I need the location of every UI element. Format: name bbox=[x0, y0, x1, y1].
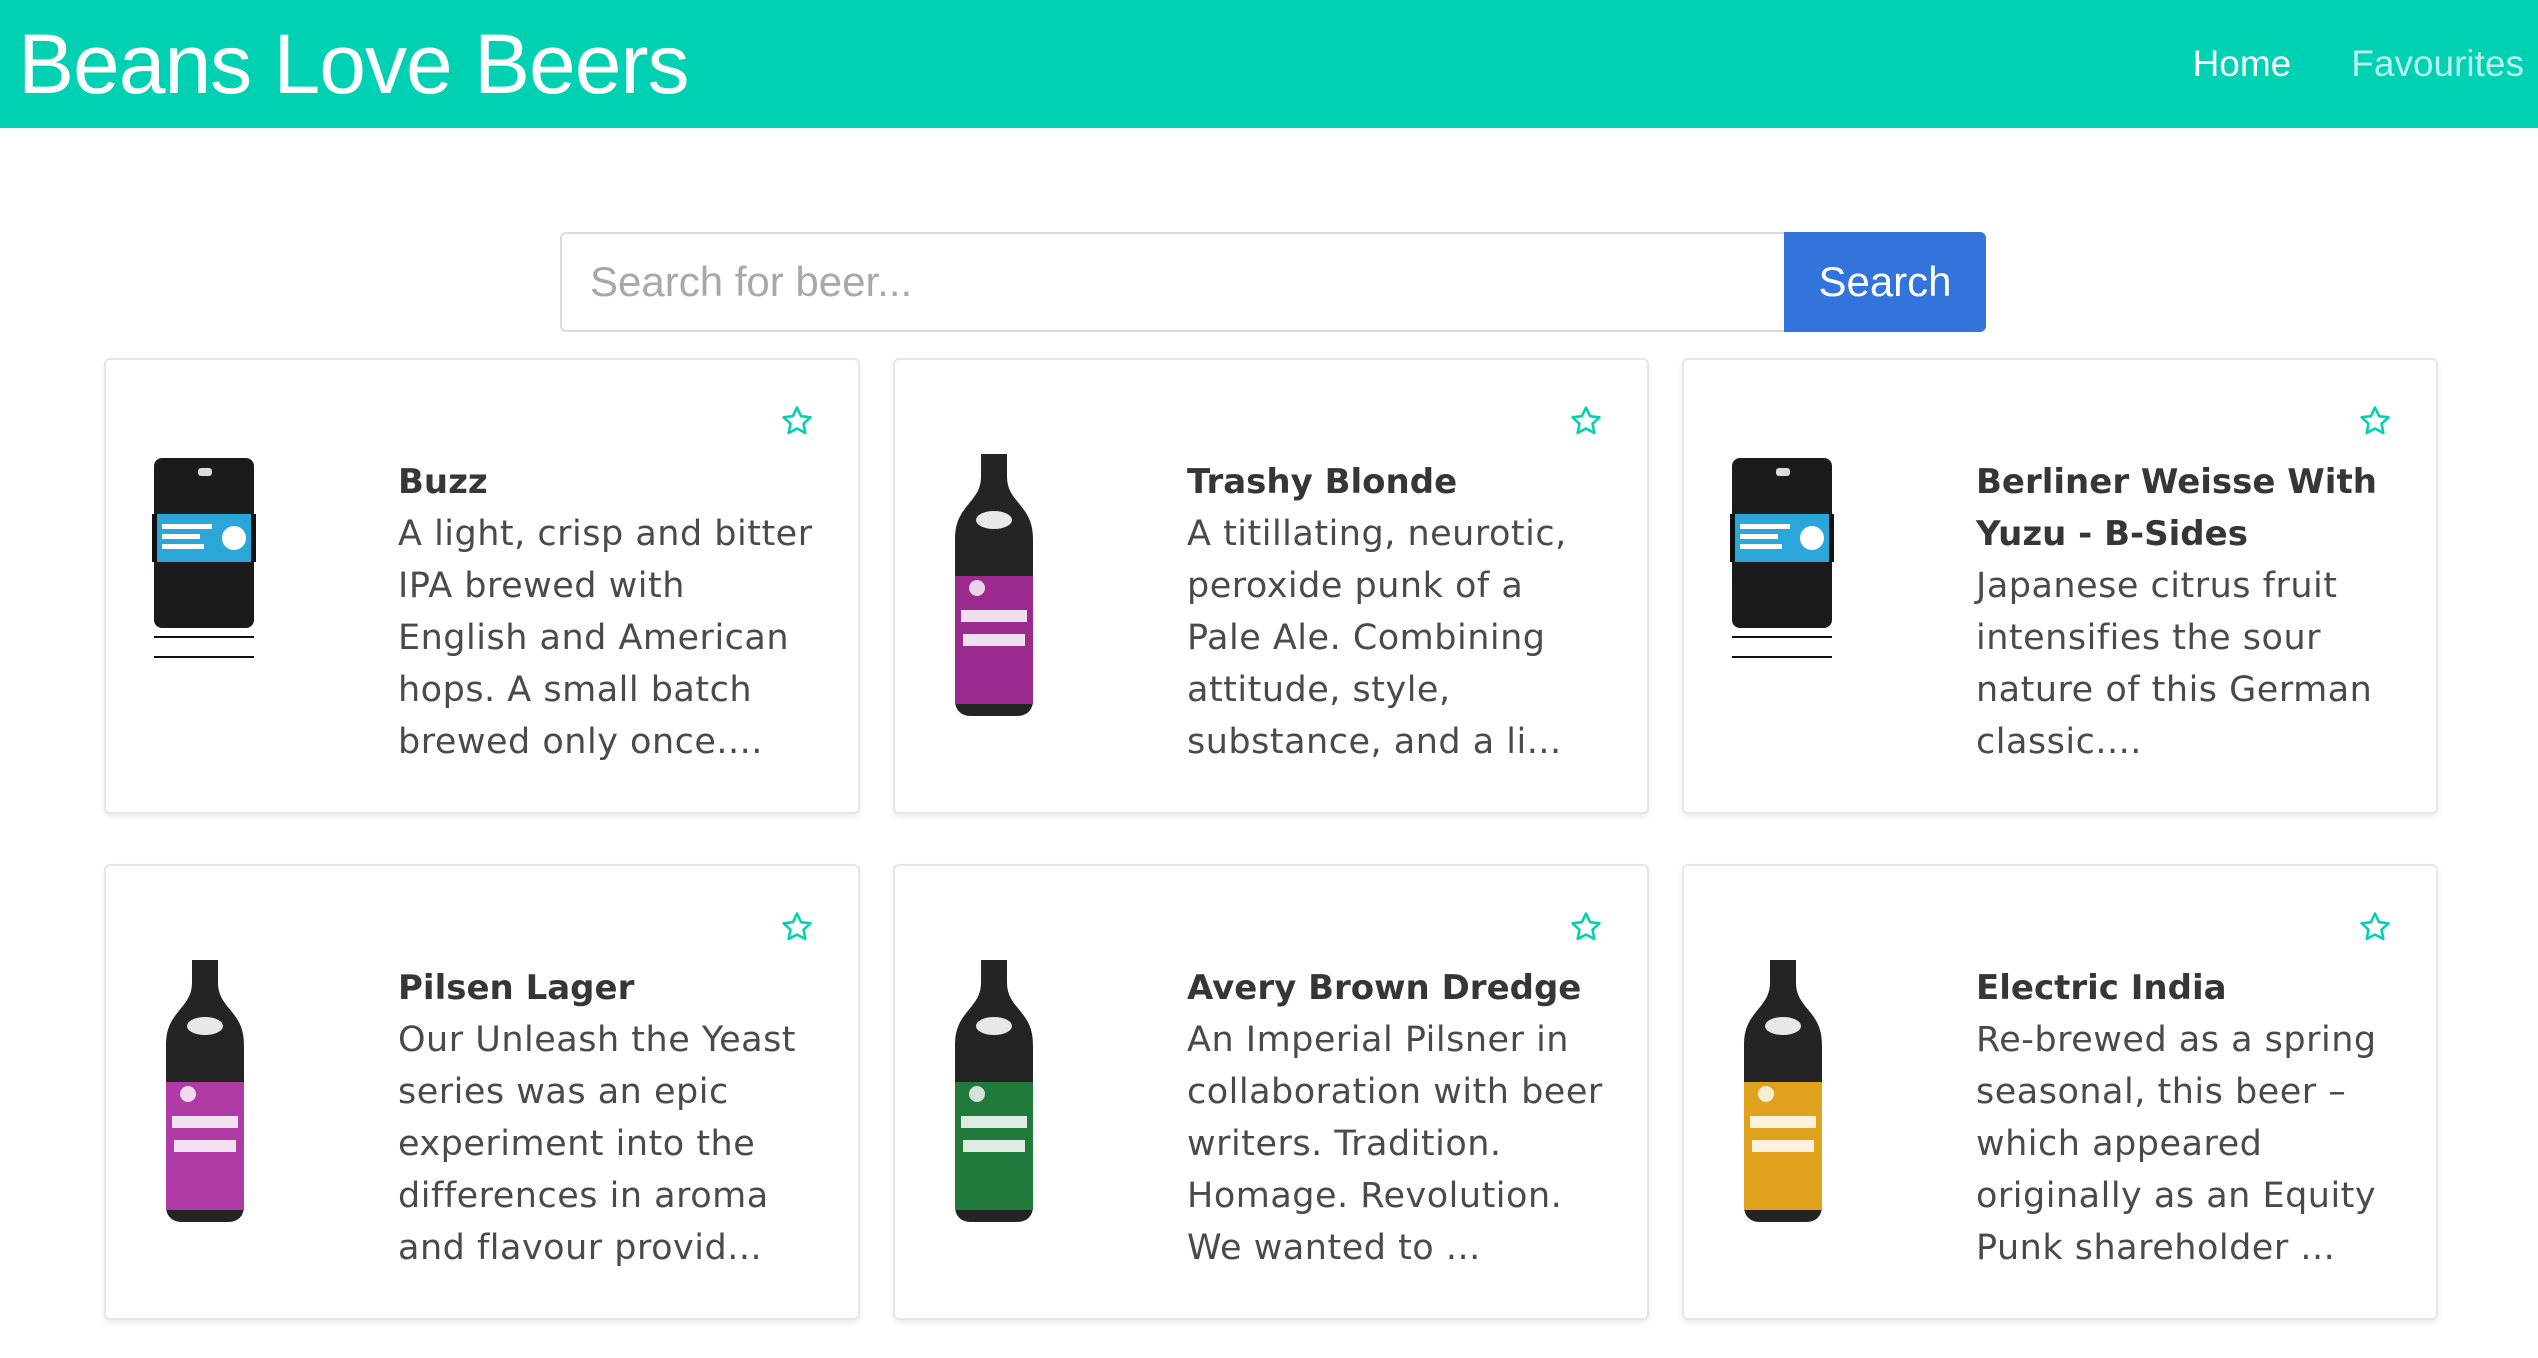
beer-card-body: Electric India Re-brewed as a spring seas… bbox=[1976, 962, 2396, 1274]
favourite-star-icon[interactable] bbox=[1569, 910, 1603, 944]
beer-card-body: Pilsen Lager Our Unleash the Yeast series… bbox=[398, 962, 818, 1274]
beer-bottle-image bbox=[937, 450, 1057, 730]
beer-card-body: Avery Brown Dredge An Imperial Pilsner in… bbox=[1187, 962, 1607, 1274]
beer-keg-image bbox=[1726, 450, 1846, 730]
beer-description: Our Unleash the Yeast series was an epic… bbox=[398, 1020, 797, 1268]
beer-bottle-image bbox=[148, 956, 268, 1236]
beer-card[interactable]: Berliner Weisse With Yuzu - B-Sides Japan… bbox=[1682, 358, 2438, 814]
beer-card[interactable]: Electric India Re-brewed as a spring seas… bbox=[1682, 864, 2438, 1320]
beer-bottle-image bbox=[937, 956, 1057, 1236]
nav-links: Home Favourites bbox=[2163, 0, 2538, 128]
search-bar: Search bbox=[560, 232, 1986, 332]
beer-description: A light, crisp and bitter IPA brewed wit… bbox=[398, 514, 813, 762]
beer-card[interactable]: Trashy Blonde A titillating, neurotic, pe… bbox=[893, 358, 1649, 814]
beer-name: Avery Brown Dredge bbox=[1187, 968, 1582, 1008]
beer-name: Trashy Blonde bbox=[1187, 462, 1458, 502]
beer-description: An Imperial Pilsner in collaboration wit… bbox=[1187, 1020, 1603, 1268]
beer-card[interactable]: Pilsen Lager Our Unleash the Yeast series… bbox=[104, 864, 860, 1320]
nav-favourites-link[interactable]: Favourites bbox=[2321, 43, 2538, 85]
top-navbar: Beans Love Beers Home Favourites bbox=[0, 0, 2538, 128]
favourite-star-icon[interactable] bbox=[780, 910, 814, 944]
favourite-star-icon[interactable] bbox=[2358, 404, 2392, 438]
beer-card[interactable]: Avery Brown Dredge An Imperial Pilsner in… bbox=[893, 864, 1649, 1320]
favourite-star-icon[interactable] bbox=[780, 404, 814, 438]
beer-description: Re-brewed as a spring seasonal, this bee… bbox=[1976, 1020, 2377, 1268]
beer-keg-image bbox=[148, 450, 268, 730]
favourite-star-icon[interactable] bbox=[2358, 910, 2392, 944]
beer-card[interactable]: Buzz A light, crisp and bitter IPA brewed… bbox=[104, 358, 860, 814]
beer-description: A titillating, neurotic, peroxide punk o… bbox=[1187, 514, 1567, 762]
nav-home-link[interactable]: Home bbox=[2163, 43, 2322, 85]
search-input[interactable] bbox=[560, 232, 1784, 332]
beer-name: Pilsen Lager bbox=[398, 968, 635, 1008]
brand-title[interactable]: Beans Love Beers bbox=[18, 16, 689, 113]
beer-name: Berliner Weisse With Yuzu - B-Sides bbox=[1976, 462, 2377, 554]
beer-name: Buzz bbox=[398, 462, 488, 502]
search-button[interactable]: Search bbox=[1784, 232, 1986, 332]
beer-card-body: Trashy Blonde A titillating, neurotic, pe… bbox=[1187, 456, 1607, 768]
beer-bottle-image bbox=[1726, 956, 1846, 1236]
beer-card-body: Berliner Weisse With Yuzu - B-Sides Japan… bbox=[1976, 456, 2396, 768]
beer-description: Japanese citrus fruit intensifies the so… bbox=[1976, 566, 2373, 762]
beer-card-body: Buzz A light, crisp and bitter IPA brewed… bbox=[398, 456, 818, 768]
beer-name: Electric India bbox=[1976, 968, 2227, 1008]
favourite-star-icon[interactable] bbox=[1569, 404, 1603, 438]
